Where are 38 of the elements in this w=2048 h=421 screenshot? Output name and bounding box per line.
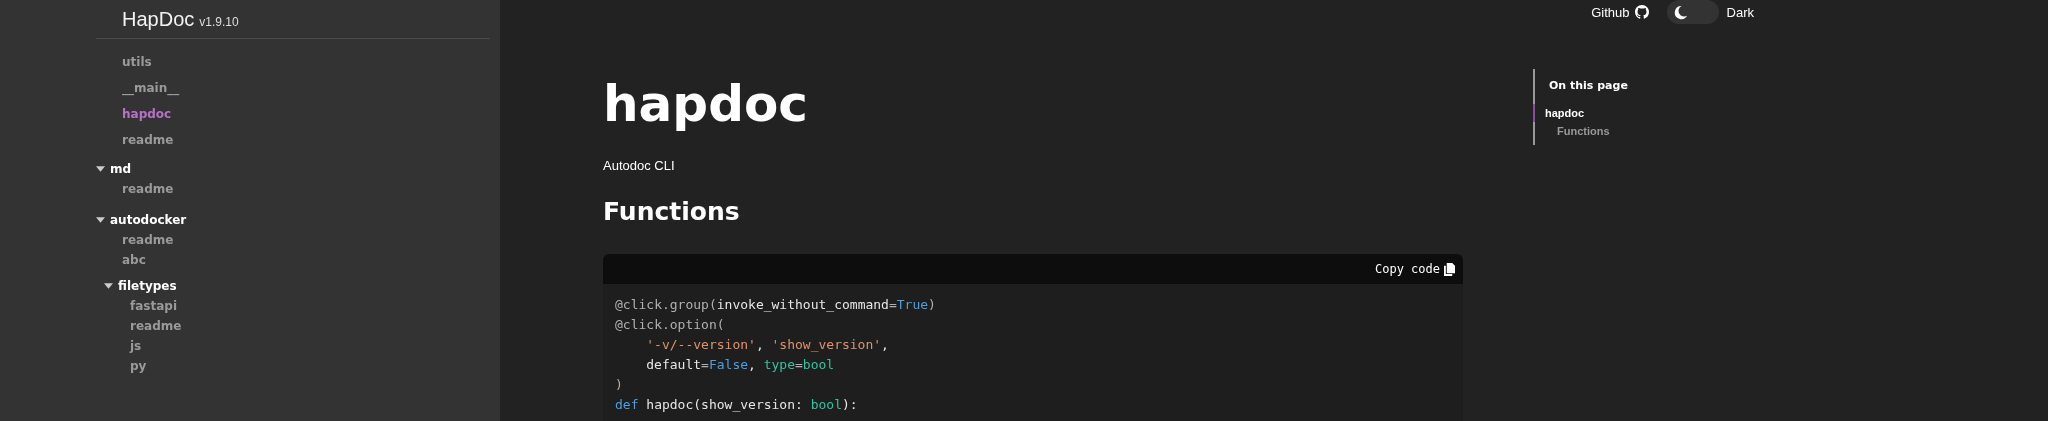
nav-link[interactable]: __main__ xyxy=(96,78,180,98)
moon-icon xyxy=(1672,4,1688,20)
code-line: @click.option( xyxy=(615,316,725,334)
code-line: '-v/--version', 'show_version', xyxy=(645,336,889,354)
nav-link[interactable]: readme xyxy=(104,316,182,336)
github-link[interactable]: Github xyxy=(1591,4,1649,20)
code-line: default=False, type=bool xyxy=(645,356,835,374)
nav-group[interactable]: autodocker xyxy=(96,210,187,230)
theme-toggle[interactable] xyxy=(1666,0,1719,24)
toc-link[interactable]: Functions xyxy=(1535,122,1610,140)
theme-label: Dark xyxy=(1726,4,1754,20)
copy-icon xyxy=(1444,262,1455,276)
toc-link[interactable]: hapdoc xyxy=(1533,104,1585,122)
code-line: def hapdoc(show_version: bool): xyxy=(615,396,858,414)
nav-link[interactable]: abc xyxy=(96,250,146,270)
nav-link[interactable]: utils xyxy=(96,52,152,72)
nav-link[interactable]: readme xyxy=(96,230,174,250)
description-text: Autodoc CLI xyxy=(603,158,675,173)
nav-link[interactable]: hapdoc xyxy=(96,104,172,124)
nav-link[interactable]: py xyxy=(104,356,147,376)
code-line: ) xyxy=(615,376,623,394)
github-icon xyxy=(1634,5,1649,19)
caret-icon xyxy=(96,166,105,172)
page-title: hapdoc xyxy=(603,74,808,134)
nav-link[interactable]: readme xyxy=(96,130,174,150)
nav-link[interactable]: js xyxy=(104,336,142,356)
version-label: v1.9.10 xyxy=(199,15,239,29)
toc-heading: On this page xyxy=(1548,79,1628,92)
caret-icon xyxy=(96,217,105,223)
nav-group[interactable]: filetypes xyxy=(104,276,177,296)
nav-link[interactable]: readme xyxy=(96,179,174,199)
caret-icon xyxy=(104,283,113,289)
nav-group[interactable]: md xyxy=(96,159,132,179)
copy-code-button[interactable]: Copy code xyxy=(1374,262,1455,276)
site-title[interactable]: HapDoc xyxy=(122,8,195,31)
section-heading: Functions xyxy=(603,197,740,226)
code-line: @click.group(invoke_without_command=True) xyxy=(615,296,936,314)
nav-link[interactable]: fastapi xyxy=(104,296,177,316)
